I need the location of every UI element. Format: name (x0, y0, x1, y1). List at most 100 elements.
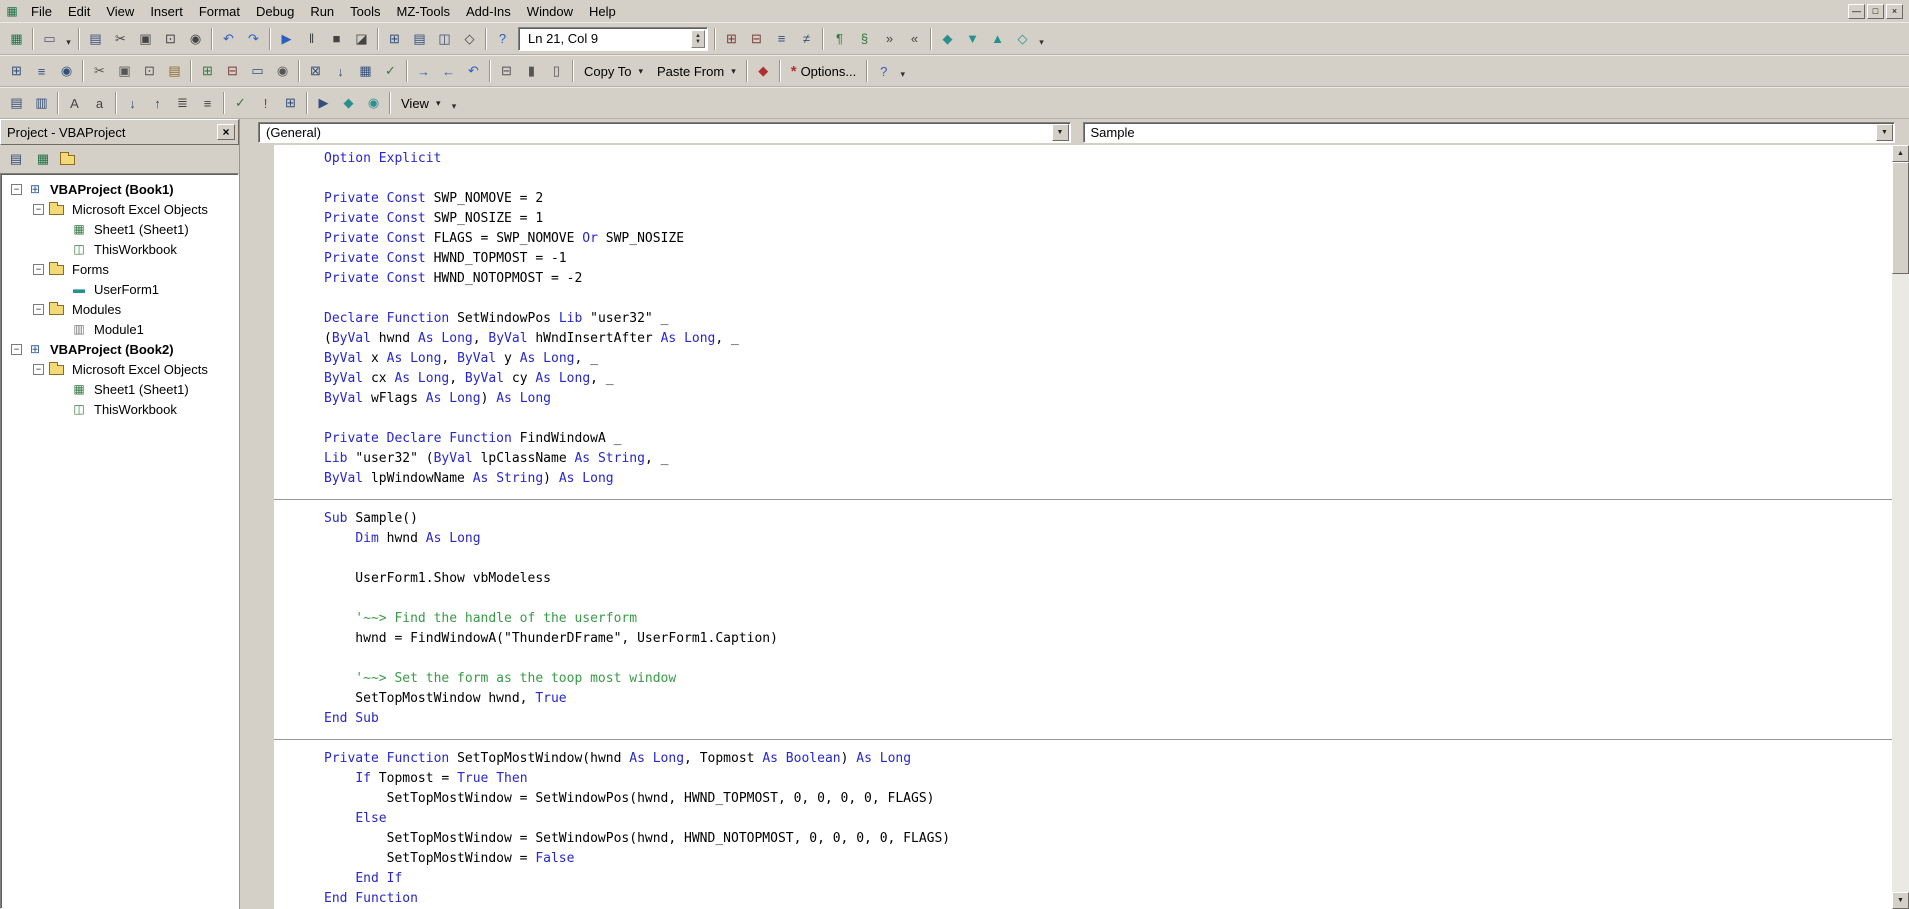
toggle-folders-icon[interactable] (58, 148, 82, 170)
remove-line-numbers-icon[interactable]: ≠ (794, 27, 819, 51)
tree-item-microsoft-excel-objects[interactable]: − Microsoft Excel Objects (3, 359, 238, 379)
paste-from-button[interactable]: Paste From ▾ (650, 59, 743, 83)
toolbar2-options-icon[interactable]: ▾ (896, 59, 909, 83)
goto-definition-icon[interactable]: → (411, 59, 436, 83)
properties-window-icon[interactable]: ▤ (407, 27, 432, 51)
font-decrease-icon[interactable]: a (87, 91, 112, 115)
code-vertical-scrollbar[interactable]: ▲ ▼ (1892, 145, 1909, 909)
tree-item-modules[interactable]: − Modules (3, 299, 238, 319)
menu-edit[interactable]: Edit (60, 0, 98, 22)
menu-tools[interactable]: Tools (342, 0, 388, 22)
tree-expander-icon[interactable]: − (33, 203, 44, 215)
undo-icon[interactable]: ↶ (216, 27, 241, 51)
tree-expander-icon[interactable]: − (33, 263, 44, 275)
add-error-handler-icon[interactable]: ⊞ (719, 27, 744, 51)
clear-bookmarks-icon[interactable]: ◇ (1010, 27, 1035, 51)
remove-error-handler-icon[interactable]: ⊟ (744, 27, 769, 51)
insert-userform-icon[interactable]: ▭ (37, 27, 62, 51)
previous-bookmark-icon[interactable]: ▲ (985, 27, 1010, 51)
view-object-icon[interactable]: ▦ (31, 148, 55, 170)
code-text[interactable]: Option Explicit Private Const SWP_NOMOVE … (274, 145, 1892, 909)
procedure-list-icon[interactable]: ≡ (29, 59, 54, 83)
procedure-dropdown[interactable]: Sample ▼ (1082, 121, 1895, 143)
menu-insert[interactable]: Insert (142, 0, 191, 22)
references-icon[interactable]: ⊞ (278, 91, 303, 115)
rename-icon[interactable]: ▭ (245, 59, 270, 83)
tree-expander-icon[interactable]: − (33, 303, 44, 315)
outdent-icon[interactable]: « (902, 27, 927, 51)
uncomment-block-icon[interactable]: § (852, 27, 877, 51)
review-source-code-icon[interactable]: ✓ (378, 59, 403, 83)
next-bookmark-icon[interactable]: ▼ (960, 27, 985, 51)
project-explorer-icon[interactable]: ⊞ (382, 27, 407, 51)
comment-block-icon[interactable]: ¶ (827, 27, 852, 51)
close-window-button[interactable]: × (1886, 3, 1903, 19)
tree-item-module1[interactable]: ▥ Module1 (3, 319, 238, 339)
new-procedure-icon[interactable]: ⊞ (4, 59, 29, 83)
toolbox-icon[interactable]: ◇ (457, 27, 482, 51)
cut-icon[interactable]: ✂ (108, 27, 133, 51)
scrollbar-track[interactable] (1892, 162, 1909, 892)
run-icon[interactable]: ▶ (274, 27, 299, 51)
redo-icon[interactable]: ↷ (241, 27, 266, 51)
private-clipboard-copy-icon[interactable]: ▣ (112, 59, 137, 83)
restore-window-button[interactable]: □ (1867, 3, 1884, 19)
split-window-icon[interactable]: ⊟ (494, 59, 519, 83)
tree-item-vbaproject-book1[interactable]: − ⊞ VBAProject (Book1) (3, 179, 238, 199)
copy-to-button[interactable]: Copy To ▾ (577, 59, 650, 83)
tree-item-vbaproject-book2[interactable]: − ⊞ VBAProject (Book2) (3, 339, 238, 359)
save-icon[interactable]: ▤ (83, 27, 108, 51)
tree-item-thisworkbook[interactable]: ◫ ThisWorkbook (3, 399, 238, 419)
find-icon[interactable]: ◉ (183, 27, 208, 51)
favorites-icon[interactable]: ◆ (751, 59, 776, 83)
statistics-icon[interactable]: ▦ (353, 59, 378, 83)
mztools-help-icon[interactable]: ? (871, 59, 896, 83)
sort-ascending-icon[interactable]: ↓ (120, 91, 145, 115)
private-clipboard-paste-icon[interactable]: ⊡ (137, 59, 162, 83)
find-references-icon[interactable]: ◉ (270, 59, 295, 83)
controls-icon[interactable]: ◆ (336, 91, 361, 115)
position-spinner[interactable]: ▲ ▼ (691, 29, 705, 48)
help-icon[interactable]: ? (490, 27, 515, 51)
toolbar3-options-icon[interactable]: ▾ (447, 91, 460, 115)
menu-window[interactable]: Window (519, 0, 581, 22)
view-excel-icon[interactable]: ▦ (4, 27, 29, 51)
full-module-view-icon[interactable]: ▮ (519, 59, 544, 83)
object-dropdown-arrow-icon[interactable]: ▼ (1051, 123, 1069, 141)
code-editor[interactable]: Option Explicit Private Const SWP_NOMOVE … (240, 145, 1909, 909)
tree-item-sheet1-sheet1[interactable]: ▦ Sheet1 (Sheet1) (3, 219, 238, 239)
images-icon[interactable]: ◉ (361, 91, 386, 115)
sort-procedures-icon[interactable]: ↓ (328, 59, 353, 83)
menu-mz-tools[interactable]: MZ-Tools (389, 0, 458, 22)
snippets-list-icon[interactable]: ▥ (29, 91, 54, 115)
toggle-bookmark-icon[interactable]: ◆ (935, 27, 960, 51)
macros-icon[interactable]: ▶ (311, 91, 336, 115)
object-dropdown[interactable]: (General) ▼ (258, 121, 1071, 143)
procedure-view-icon[interactable]: ▯ (544, 59, 569, 83)
menu-add-ins[interactable]: Add-Ins (458, 0, 519, 22)
last-position-icon[interactable]: ↶ (461, 59, 486, 83)
scroll-down-button[interactable]: ▼ (1892, 892, 1909, 909)
view-code-icon[interactable]: ▤ (4, 148, 28, 170)
line-numbers-icon[interactable]: ≣ (170, 91, 195, 115)
design-mode-icon[interactable]: ◪ (349, 27, 374, 51)
scrollbar-thumb[interactable] (1892, 162, 1909, 274)
remove-procedure-icon[interactable]: ⊟ (220, 59, 245, 83)
font-increase-icon[interactable]: A (62, 91, 87, 115)
break-icon[interactable]: ‖ (299, 27, 324, 51)
object-browser-icon[interactable]: ◫ (432, 27, 457, 51)
compile-icon[interactable]: ✓ (228, 91, 253, 115)
menu-view[interactable]: View (98, 0, 142, 22)
tree-expander-icon[interactable]: − (33, 363, 44, 375)
add-procedure-icon[interactable]: ⊞ (195, 59, 220, 83)
sort-descending-icon[interactable]: ↑ (145, 91, 170, 115)
menu-file[interactable]: File (23, 0, 60, 22)
indent-icon[interactable]: » (877, 27, 902, 51)
view-button[interactable]: View ▾ (394, 91, 447, 115)
tree-expander-icon[interactable]: − (11, 183, 22, 195)
spinner-down-icon[interactable]: ▼ (695, 39, 701, 45)
menu-debug[interactable]: Debug (248, 0, 302, 22)
project-explorer-header[interactable]: Project - VBAProject × (0, 119, 239, 145)
insert-dropdown-icon[interactable]: ▾ (62, 27, 75, 51)
goto-declaration-icon[interactable]: ← (436, 59, 461, 83)
